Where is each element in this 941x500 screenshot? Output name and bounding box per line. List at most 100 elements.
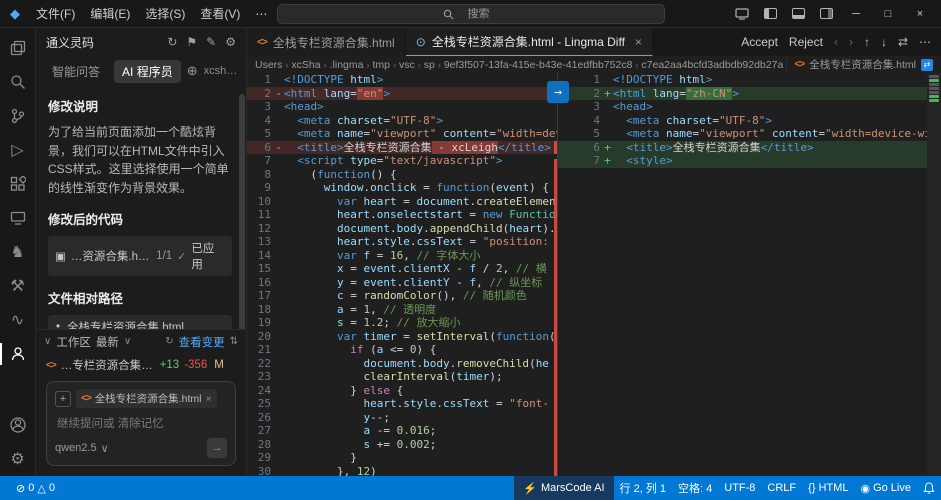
diff-pane-original[interactable]: 1<!DOCTYPE html>2-<html lang="en">3<head… [247, 73, 558, 476]
apply-change-button[interactable]: → [547, 81, 569, 103]
breadcrumb-item[interactable]: c7ea2aa4bcfd3adbdb92db27abe9051b [641, 59, 782, 71]
code-line[interactable]: 9 window.onclick = function(event) { [247, 181, 557, 195]
relative-path-item[interactable]: • 全栈专栏资源合集.html [48, 315, 232, 329]
code-line[interactable]: 6+ <title>全栈专栏资源合集</title> [558, 141, 941, 155]
breadcrumb-item[interactable]: tmp [372, 59, 390, 71]
window-maximize-button[interactable]: □ [873, 0, 903, 27]
code-line[interactable]: 13 heart.style.cssText = "position: fix [247, 235, 557, 249]
chat-placeholder[interactable]: 继续提问或 清除记忆 [55, 415, 227, 431]
code-line[interactable]: 21 if (a <= 0) { [247, 343, 557, 357]
breadcrumb-item[interactable]: vsc [399, 59, 415, 71]
code-line[interactable]: 6- <title>全栈专栏资源合集 - xcLeigh</title> [247, 141, 557, 155]
chevron-down-icon[interactable]: ∨ [44, 336, 51, 347]
code-line[interactable]: 10 var heart = document.createElement(" [247, 195, 557, 209]
view-changes-link[interactable]: 查看变更 [179, 334, 225, 350]
notifications-bell-icon[interactable] [917, 476, 941, 500]
code-line[interactable]: 8 (function() { [247, 168, 557, 182]
breadcrumb-right-file[interactable]: 全栈专栏资源合集.html [809, 57, 916, 72]
chevron-down-icon[interactable]: ∨ [101, 442, 109, 455]
tab-ai-coder[interactable]: AI 程序员 [114, 60, 181, 83]
search-input[interactable] [459, 8, 499, 20]
chat-input-box[interactable]: + <> 全栈专栏资源合集.html × 继续提问或 清除记忆 qwen2.5 … [46, 381, 236, 466]
code-line[interactable]: 5 <meta name="viewport" content="width=d… [558, 127, 941, 141]
code-line[interactable]: 24 } else { [247, 384, 557, 398]
breadcrumb-item[interactable]: sp [424, 59, 435, 71]
account-icon[interactable] [0, 408, 36, 442]
accept-button[interactable]: Accept [741, 35, 778, 49]
cursor-position[interactable]: 行 2, 列 1 [614, 476, 672, 500]
extensions-icon[interactable] [0, 167, 36, 201]
global-search-box[interactable] [277, 4, 665, 24]
code-line[interactable]: 4 <meta charset="UTF-8"> [558, 114, 941, 128]
breadcrumb-item[interactable]: .lingma [330, 59, 364, 71]
tools-icon[interactable]: ⚒ [0, 269, 36, 303]
code-line[interactable]: 3<head> [558, 100, 941, 114]
code-line[interactable]: 22 document.body.removeChild(he [247, 357, 557, 371]
workspace-latest[interactable]: 最新 [96, 334, 119, 350]
swap-sides-icon[interactable]: ⇄ [898, 35, 908, 49]
explorer-icon[interactable] [0, 31, 36, 65]
prev-change-icon[interactable]: ‹ [834, 35, 838, 49]
add-conversation-icon[interactable]: ⊕ [187, 63, 198, 79]
language-mode-item[interactable]: {} HTML [802, 476, 854, 500]
model-selector[interactable]: qwen2.5 [55, 442, 97, 454]
code-line[interactable]: 17 c = randomColor(), // 随机颜色 [247, 289, 557, 303]
go-live-item[interactable]: ◉ Go Live [854, 476, 917, 500]
minimap[interactable] [927, 73, 941, 476]
code-line[interactable]: 28 s += 0.002; [247, 438, 557, 452]
new-chat-icon[interactable]: ✎ [206, 35, 216, 49]
history-icon[interactable]: ↻ [167, 35, 177, 49]
menu-file[interactable]: 文件(F) [29, 3, 82, 24]
code-line[interactable]: 19 s = 1.2; // 放大缩小 [247, 316, 557, 330]
arrow-up-icon[interactable]: ↑ [864, 35, 870, 49]
remove-context-icon[interactable]: × [205, 393, 211, 405]
breadcrumb-item[interactable]: 9ef3f507-13fa-415e-b43e-41edfbb752c8 [444, 59, 633, 71]
editor-tab-original[interactable]: <> 全栈专栏资源合集.html [247, 28, 406, 56]
breadcrumb-item[interactable]: Users [255, 59, 282, 71]
code-line[interactable]: 3<head> [247, 100, 557, 114]
refresh-icon[interactable]: ↻ [165, 336, 173, 347]
marscode-activity-icon[interactable]: ∿ [0, 303, 36, 337]
compare-editor-icon[interactable]: ⇄ [921, 59, 933, 71]
window-close-button[interactable]: × [905, 0, 935, 27]
code-line[interactable]: 27 a -= 0.016; [247, 424, 557, 438]
code-line[interactable]: 26 y--; [247, 411, 557, 425]
code-line[interactable]: 2-<html lang="en"> [247, 87, 557, 101]
chevron-down-icon[interactable]: ∨ [124, 336, 131, 347]
panel-settings-icon[interactable]: ⚙ [225, 35, 236, 49]
marscode-status-item[interactable]: ⚡ MarsCode AI [514, 476, 613, 500]
editor-tab-diff[interactable]: ⊙ 全栈专栏资源合集.html - Lingma Diff × [406, 28, 653, 56]
toggle-sidebar-icon[interactable] [757, 3, 783, 25]
code-line[interactable]: 18 a = 1, // 透明度 [247, 303, 557, 317]
window-minimize-button[interactable]: ─ [841, 0, 871, 27]
code-line[interactable]: 4 <meta charset="UTF-8"> [247, 114, 557, 128]
cast-icon[interactable] [729, 3, 755, 25]
menu-more-button[interactable]: ⋯ [248, 5, 274, 23]
problems-indicator[interactable]: ⊘ 0 △ 0 [10, 476, 61, 500]
code-line[interactable]: 30 }, 12) [247, 465, 557, 477]
applied-file-card[interactable]: ▣ …资源合集.html 1/1 ✓ 已应用 [48, 236, 232, 276]
code-line[interactable]: 15 x = event.clientX - f / 2, // 横 [247, 262, 557, 276]
code-line[interactable]: 1<!DOCTYPE html> [558, 73, 941, 87]
context-file-chip[interactable]: <> 全栈专栏资源合集.html × [76, 389, 217, 408]
menu-edit[interactable]: 编辑(E) [83, 3, 137, 24]
chat-knight-icon[interactable]: ♞ [0, 235, 36, 269]
arrow-down-icon[interactable]: ↓ [881, 35, 887, 49]
breadcrumb-item[interactable]: xcSha [291, 59, 320, 71]
changed-file-row[interactable]: <> …专栏资源合集.html +13 -356 M [36, 353, 246, 377]
code-line[interactable]: 1<!DOCTYPE html> [247, 73, 557, 87]
diff-pane-modified[interactable]: 1<!DOCTYPE html>2+<html lang="zh-CN">3<h… [558, 73, 941, 476]
toggle-panel-icon[interactable] [785, 3, 811, 25]
code-line[interactable]: 7+ <style> [558, 154, 941, 168]
reject-button[interactable]: Reject [789, 35, 823, 49]
code-line[interactable]: 11 heart.onselectstart = new Function(' [247, 208, 557, 222]
tab-close-icon[interactable]: × [635, 35, 642, 49]
code-line[interactable]: 7 <script type="text/javascript"> [247, 154, 557, 168]
source-control-icon[interactable] [0, 99, 36, 133]
panel-scrollbar[interactable] [239, 94, 245, 329]
code-line[interactable]: 23 clearInterval(timer); [247, 370, 557, 384]
indentation-item[interactable]: 空格: 4 [672, 476, 718, 500]
workspace-label[interactable]: 工作区 [56, 334, 91, 350]
code-line[interactable]: 16 y = event.clientY - f, // 纵坐标 [247, 276, 557, 290]
more-actions-icon[interactable]: ⋯ [919, 35, 931, 49]
